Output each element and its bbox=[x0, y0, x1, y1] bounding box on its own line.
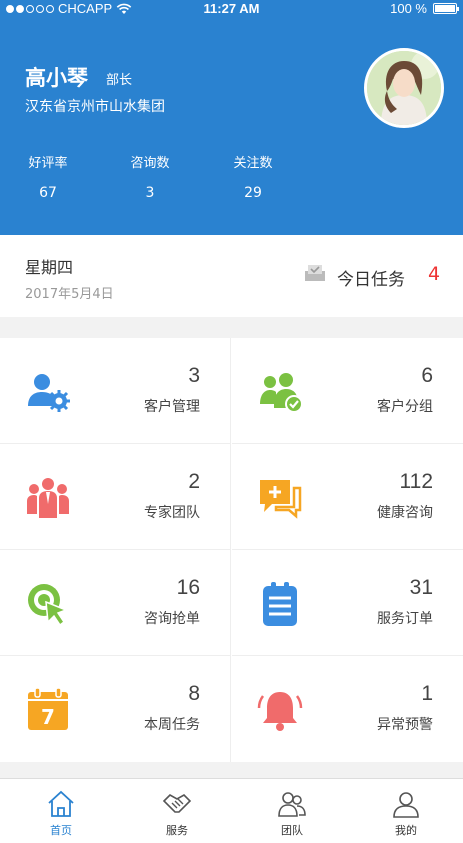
user-organization: 汉东省京州市山水集团 bbox=[25, 99, 165, 115]
grid-item-label: 服务订单 bbox=[377, 611, 433, 627]
grid-item-label: 专家团队 bbox=[144, 505, 200, 521]
grid-item-customer-management[interactable]: 3 客户管理 bbox=[0, 338, 231, 444]
status-bar: CHCAPP 11:27 AM 100 % bbox=[0, 0, 463, 20]
date-label: 2017年5月4日 bbox=[25, 287, 114, 302]
battery-status: 100 % bbox=[390, 1, 459, 16]
bottom-tab-bar: 首页 服务 团队 我的 bbox=[0, 778, 463, 843]
grid-item-label: 咨询抢单 bbox=[144, 611, 200, 627]
grid-item-count: 8 bbox=[188, 682, 200, 705]
grid-item-count: 16 bbox=[176, 576, 200, 599]
grid-item-count: 6 bbox=[421, 364, 433, 387]
grid-item-label: 本周任务 bbox=[144, 717, 200, 733]
user-name: 高小琴 bbox=[25, 66, 88, 90]
stat-value: 3 bbox=[145, 185, 155, 201]
grid-item-count: 31 bbox=[409, 576, 433, 599]
grid-item-label: 客户分组 bbox=[377, 399, 433, 415]
grid-item-expert-team[interactable]: 2 专家团队 bbox=[0, 444, 231, 550]
calendar-icon: 7 bbox=[28, 687, 68, 730]
stat-consults[interactable]: 咨询数 3 bbox=[110, 152, 190, 201]
tab-label: 首页 bbox=[50, 824, 72, 837]
grid-item-label: 客户管理 bbox=[144, 399, 200, 415]
grid-item-count: 112 bbox=[399, 470, 433, 493]
stat-rating[interactable]: 好评率 67 bbox=[8, 152, 88, 201]
home-icon bbox=[48, 790, 74, 817]
tab-label: 团队 bbox=[281, 824, 303, 837]
grid-item-customer-groups[interactable]: 6 客户分组 bbox=[232, 338, 463, 444]
inbox-check-icon bbox=[305, 265, 325, 281]
battery-percent: 100 % bbox=[390, 1, 427, 16]
grid-item-label: 健康咨询 bbox=[377, 505, 433, 521]
battery-icon bbox=[433, 3, 459, 14]
feature-grid: 3 客户管理 6 客户分组 2 专家团队 112 健康咨询 16 咨询抢单 31… bbox=[0, 338, 463, 762]
avatar[interactable] bbox=[364, 48, 444, 128]
stat-value: 67 bbox=[39, 185, 57, 201]
group-check-icon bbox=[260, 373, 303, 413]
stat-value: 29 bbox=[244, 185, 262, 201]
avatar-image bbox=[367, 51, 441, 125]
tab-service[interactable]: 服务 bbox=[147, 789, 207, 838]
stat-label: 关注数 bbox=[233, 156, 273, 171]
handshake-icon bbox=[162, 794, 192, 813]
grid-item-service-orders[interactable]: 31 服务订单 bbox=[232, 550, 463, 656]
tab-label: 我的 bbox=[395, 824, 417, 837]
clipboard-list-icon bbox=[263, 582, 297, 626]
svg-text:7: 7 bbox=[41, 705, 55, 729]
grid-item-label: 异常预警 bbox=[377, 717, 433, 733]
stat-label: 咨询数 bbox=[130, 156, 170, 171]
today-tasks-count: 4 bbox=[428, 263, 441, 285]
team-outline-icon bbox=[278, 792, 306, 817]
team-icon bbox=[27, 478, 69, 518]
tab-me[interactable]: 我的 bbox=[376, 789, 436, 838]
profile-header: CHCAPP 11:27 AM 100 % 高小琴 部长 汉东省京州市山水集团 … bbox=[0, 0, 463, 235]
stat-label: 好评率 bbox=[28, 156, 68, 171]
grid-item-count: 1 bbox=[421, 682, 433, 705]
grid-item-count: 3 bbox=[188, 364, 200, 387]
grid-item-weekly-tasks[interactable]: 7 8 本周任务 bbox=[0, 656, 231, 762]
grid-item-alerts[interactable]: 1 异常预警 bbox=[232, 656, 463, 762]
user-title: 部长 bbox=[106, 73, 133, 88]
grid-item-count: 2 bbox=[188, 470, 200, 493]
grid-item-grab-orders[interactable]: 16 咨询抢单 bbox=[0, 550, 231, 656]
today-row[interactable]: 星期四 2017年5月4日 今日任务 4 bbox=[0, 235, 463, 317]
grid-item-health-consult[interactable]: 112 健康咨询 bbox=[232, 444, 463, 550]
user-gear-icon bbox=[28, 374, 70, 412]
person-icon bbox=[393, 792, 419, 818]
chat-plus-icon bbox=[260, 480, 302, 519]
stat-followers[interactable]: 关注数 29 bbox=[213, 152, 293, 201]
bell-icon bbox=[257, 692, 303, 731]
tab-team[interactable]: 团队 bbox=[262, 789, 322, 838]
weekday-label: 星期四 bbox=[25, 258, 74, 277]
target-cursor-icon bbox=[28, 584, 69, 627]
tab-home[interactable]: 首页 bbox=[31, 789, 91, 838]
today-tasks-label: 今日任务 bbox=[337, 270, 405, 290]
tab-label: 服务 bbox=[166, 824, 188, 837]
